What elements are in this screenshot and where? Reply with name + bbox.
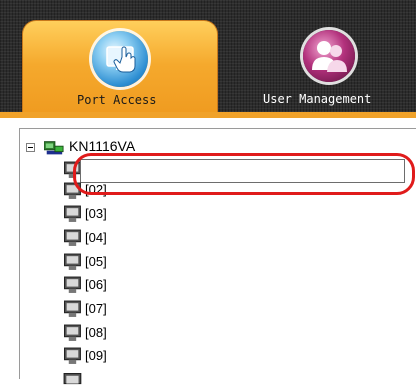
tab-user-management[interactable]: User Management bbox=[256, 20, 416, 112]
port-name-input[interactable] bbox=[80, 159, 405, 183]
computer-icon bbox=[64, 276, 81, 293]
monitor-hand-icon bbox=[92, 31, 148, 87]
tree-port-label[interactable]: [08] bbox=[85, 325, 107, 341]
computer-icon bbox=[64, 182, 81, 199]
users-icon bbox=[303, 30, 355, 82]
tree-port-label[interactable]: [07] bbox=[85, 301, 107, 317]
tree-root-label[interactable]: KN1116VA bbox=[69, 138, 135, 154]
computer-icon bbox=[64, 347, 81, 364]
tree-port-label[interactable]: [09] bbox=[85, 348, 107, 364]
tab-user-management-label: User Management bbox=[263, 92, 372, 106]
tree-port-label[interactable]: [05] bbox=[85, 254, 107, 270]
network-computer-icon bbox=[44, 141, 64, 155]
computer-icon bbox=[64, 229, 81, 246]
tree-port-label[interactable]: [02] bbox=[85, 182, 107, 198]
tab-strip-bar bbox=[0, 112, 416, 118]
computer-icon bbox=[64, 205, 81, 222]
tab-port-access-label: Port Access bbox=[77, 93, 157, 107]
collapse-toggle[interactable] bbox=[26, 143, 35, 152]
tree-port-label[interactable]: [04] bbox=[85, 230, 107, 246]
tree-port-label[interactable]: [06] bbox=[85, 277, 107, 293]
tab-port-access[interactable]: Port Access bbox=[22, 20, 218, 118]
tree-port-label[interactable]: [03] bbox=[85, 206, 107, 222]
computer-icon bbox=[64, 324, 81, 341]
computer-icon bbox=[63, 373, 82, 385]
computer-icon bbox=[64, 300, 81, 317]
computer-icon bbox=[64, 253, 81, 270]
